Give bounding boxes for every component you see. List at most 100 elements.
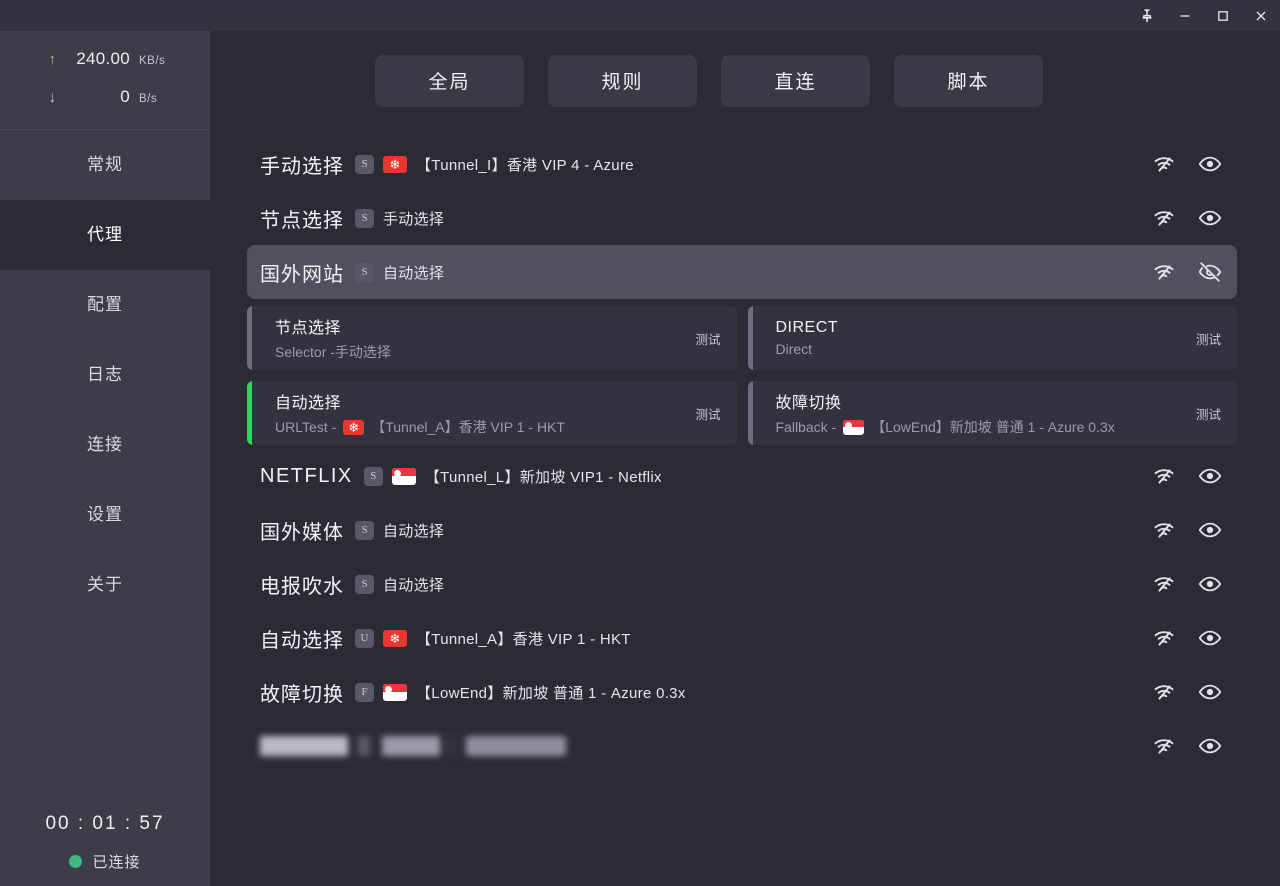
flag-singapore-icon bbox=[843, 419, 865, 435]
minimize-icon[interactable] bbox=[1166, 0, 1204, 31]
node-test-button[interactable]: 测试 bbox=[683, 404, 720, 423]
node-test-button[interactable]: 测试 bbox=[683, 329, 720, 348]
sidebar-item-label: 配置 bbox=[87, 295, 123, 314]
node-card-body: 自动选择 URLTest - ❄ 【Tunnel_A】香港 VIP 1 - HKT bbox=[275, 389, 565, 437]
group-title: 手动选择 bbox=[260, 155, 344, 178]
eye-icon[interactable] bbox=[1197, 517, 1223, 543]
node-detail-text: 【LowEnd】新加坡 普通 1 - Azure 0.3x bbox=[871, 419, 1115, 435]
speed-test-icon[interactable] bbox=[1151, 517, 1177, 543]
speed-test-icon[interactable] bbox=[1151, 205, 1177, 231]
group-type-badge: S bbox=[355, 154, 374, 174]
group-actions bbox=[1151, 259, 1223, 285]
speed-test-icon[interactable] bbox=[1151, 151, 1177, 177]
group-actions bbox=[1151, 463, 1223, 489]
group-actions bbox=[1151, 733, 1223, 759]
speed-test-icon[interactable] bbox=[1151, 259, 1177, 285]
status-panel: 00 : 01 : 57 已连接 bbox=[0, 813, 210, 886]
group-title: 国外网站 bbox=[260, 263, 344, 286]
node-card[interactable]: 自动选择 URLTest - ❄ 【Tunnel_A】香港 VIP 1 - HKT 测试 bbox=[247, 381, 737, 445]
proxy-group-row[interactable]: 手动选择 S ❄ 【Tunnel_I】香港 VIP 4 - Azure bbox=[247, 137, 1237, 191]
speed-test-icon[interactable] bbox=[1151, 679, 1177, 705]
eye-icon[interactable] bbox=[1197, 679, 1223, 705]
eye-icon[interactable] bbox=[1197, 571, 1223, 597]
mode-button-0[interactable]: 全局 bbox=[375, 54, 524, 107]
eye-off-icon[interactable] bbox=[1197, 259, 1223, 285]
group-title: 故障切换 bbox=[260, 683, 344, 706]
flag-hong-kong-icon: ❄ bbox=[383, 629, 407, 647]
group-current-node: 自动选择 bbox=[383, 576, 445, 594]
uptime-timer: 00 : 01 : 57 bbox=[45, 813, 165, 834]
sidebar-item-0[interactable]: 常规 bbox=[0, 130, 210, 200]
node-name: 自动选择 bbox=[275, 395, 342, 412]
eye-icon[interactable] bbox=[1197, 463, 1223, 489]
sidebar-item-1[interactable]: 代理 bbox=[0, 184, 210, 286]
proxy-group-row[interactable]: 国外网站 S 自动选择 bbox=[247, 245, 1237, 299]
group-type-badge: F bbox=[355, 682, 374, 702]
close-icon[interactable] bbox=[1242, 0, 1280, 31]
node-card[interactable]: 节点选择 Selector - 手动选择 测试 bbox=[247, 306, 737, 370]
eye-icon[interactable] bbox=[1197, 205, 1223, 231]
node-card-body: 节点选择 Selector - 手动选择 bbox=[275, 314, 391, 362]
proxy-group-row[interactable]: 故障切换 F 【LowEnd】新加坡 普通 1 - Azure 0.3x bbox=[247, 665, 1237, 719]
node-separator: - bbox=[326, 344, 335, 360]
upload-value: 240.00 bbox=[76, 49, 130, 68]
mode-selector: 全局 规则 直连 脚本 bbox=[210, 31, 1280, 130]
group-actions bbox=[1151, 571, 1223, 597]
group-current-node: 【Tunnel_L】新加坡 VIP1 - Netflix bbox=[424, 468, 662, 486]
mode-button-2[interactable]: 直连 bbox=[721, 54, 870, 107]
speed-test-icon[interactable] bbox=[1151, 571, 1177, 597]
sidebar-item-label: 代理 bbox=[87, 225, 123, 244]
speed-test-icon[interactable] bbox=[1151, 733, 1177, 759]
group-title: 国外媒体 bbox=[260, 521, 344, 544]
proxy-group-row[interactable]: 自动选择 U ❄ 【Tunnel_A】香港 VIP 1 - HKT bbox=[247, 611, 1237, 665]
speed-test-icon[interactable] bbox=[1151, 463, 1177, 489]
proxy-group-row[interactable]: 国外媒体 S 自动选择 bbox=[247, 503, 1237, 557]
mode-button-1[interactable]: 规则 bbox=[548, 54, 697, 107]
sidebar-item-5[interactable]: 设置 bbox=[0, 480, 210, 550]
sidebar-item-4[interactable]: 连接 bbox=[0, 410, 210, 480]
group-actions bbox=[1151, 151, 1223, 177]
node-type: Selector bbox=[275, 344, 327, 360]
proxy-group-list: 手动选择 S ❄ 【Tunnel_I】香港 VIP 4 - Azure 节点选择 S 手动选… bbox=[210, 130, 1280, 773]
node-test-button[interactable]: 测试 bbox=[1184, 329, 1221, 348]
proxy-group-row[interactable] bbox=[247, 719, 1237, 773]
node-card-body: 故障切换 Fallback - 【LowEnd】新加坡 普通 1 - Azure 0… bbox=[776, 389, 1115, 437]
flag-hong-kong-icon: ❄ bbox=[383, 155, 407, 173]
proxy-group-row[interactable]: 电报吹水 S 自动选择 bbox=[247, 557, 1237, 611]
node-name: 故障切换 bbox=[775, 395, 842, 412]
eye-icon[interactable] bbox=[1197, 151, 1223, 177]
eye-icon[interactable] bbox=[1197, 625, 1223, 651]
sidebar-item-label: 连接 bbox=[87, 435, 123, 454]
sidebar-item-2[interactable]: 配置 bbox=[0, 270, 210, 340]
speed-indicator: ↑ 240.00 KB/s ↓ 0 B/s bbox=[0, 31, 210, 130]
proxy-group-row[interactable]: NETFLIX S 【Tunnel_L】新加坡 VIP1 - Netflix bbox=[247, 449, 1237, 503]
group-type-badge: S bbox=[355, 208, 374, 228]
speed-test-icon[interactable] bbox=[1151, 625, 1177, 651]
group-title: 自动选择 bbox=[260, 629, 344, 652]
node-name: 节点选择 bbox=[275, 320, 342, 337]
eye-icon[interactable] bbox=[1197, 733, 1223, 759]
node-test-button[interactable]: 测试 bbox=[1184, 404, 1221, 423]
node-card-row: 自动选择 URLTest - ❄ 【Tunnel_A】香港 VIP 1 - HKT 测试… bbox=[210, 374, 1280, 449]
maximize-icon[interactable] bbox=[1204, 0, 1242, 31]
node-detail: URLTest - ❄ 【Tunnel_A】香港 VIP 1 - HKT bbox=[275, 417, 565, 437]
node-card[interactable]: 故障切换 Fallback - 【LowEnd】新加坡 普通 1 - Azure 0… bbox=[747, 381, 1237, 445]
node-type: Fallback bbox=[775, 419, 828, 435]
pin-icon[interactable] bbox=[1128, 0, 1166, 31]
group-actions bbox=[1151, 205, 1223, 231]
main-content: 全局 规则 直连 脚本 手动选择 S ❄ 【Tunnel_I】香港 VIP 4 - Azur… bbox=[210, 31, 1280, 886]
group-current-node: 手动选择 bbox=[383, 210, 445, 228]
group-title: 节点选择 bbox=[260, 209, 344, 232]
flag-singapore-icon bbox=[391, 467, 416, 485]
mode-button-3[interactable]: 脚本 bbox=[894, 54, 1043, 107]
sidebar-item-3[interactable]: 日志 bbox=[0, 340, 210, 410]
group-actions bbox=[1151, 625, 1223, 651]
proxy-group-row[interactable]: 节点选择 S 手动选择 bbox=[247, 191, 1237, 245]
sidebar-item-6[interactable]: 关于 bbox=[0, 550, 210, 620]
sidebar-item-label: 设置 bbox=[87, 505, 123, 524]
flag-hong-kong-icon: ❄ bbox=[343, 419, 365, 435]
app-window: ↑ 240.00 KB/s ↓ 0 B/s 常规代理配置日志连接设置关于 00 … bbox=[0, 0, 1280, 886]
group-type-badge: S bbox=[355, 262, 374, 282]
upload-unit: KB/s bbox=[139, 55, 166, 67]
node-card[interactable]: DIRECT Direct 测试 bbox=[747, 306, 1237, 370]
